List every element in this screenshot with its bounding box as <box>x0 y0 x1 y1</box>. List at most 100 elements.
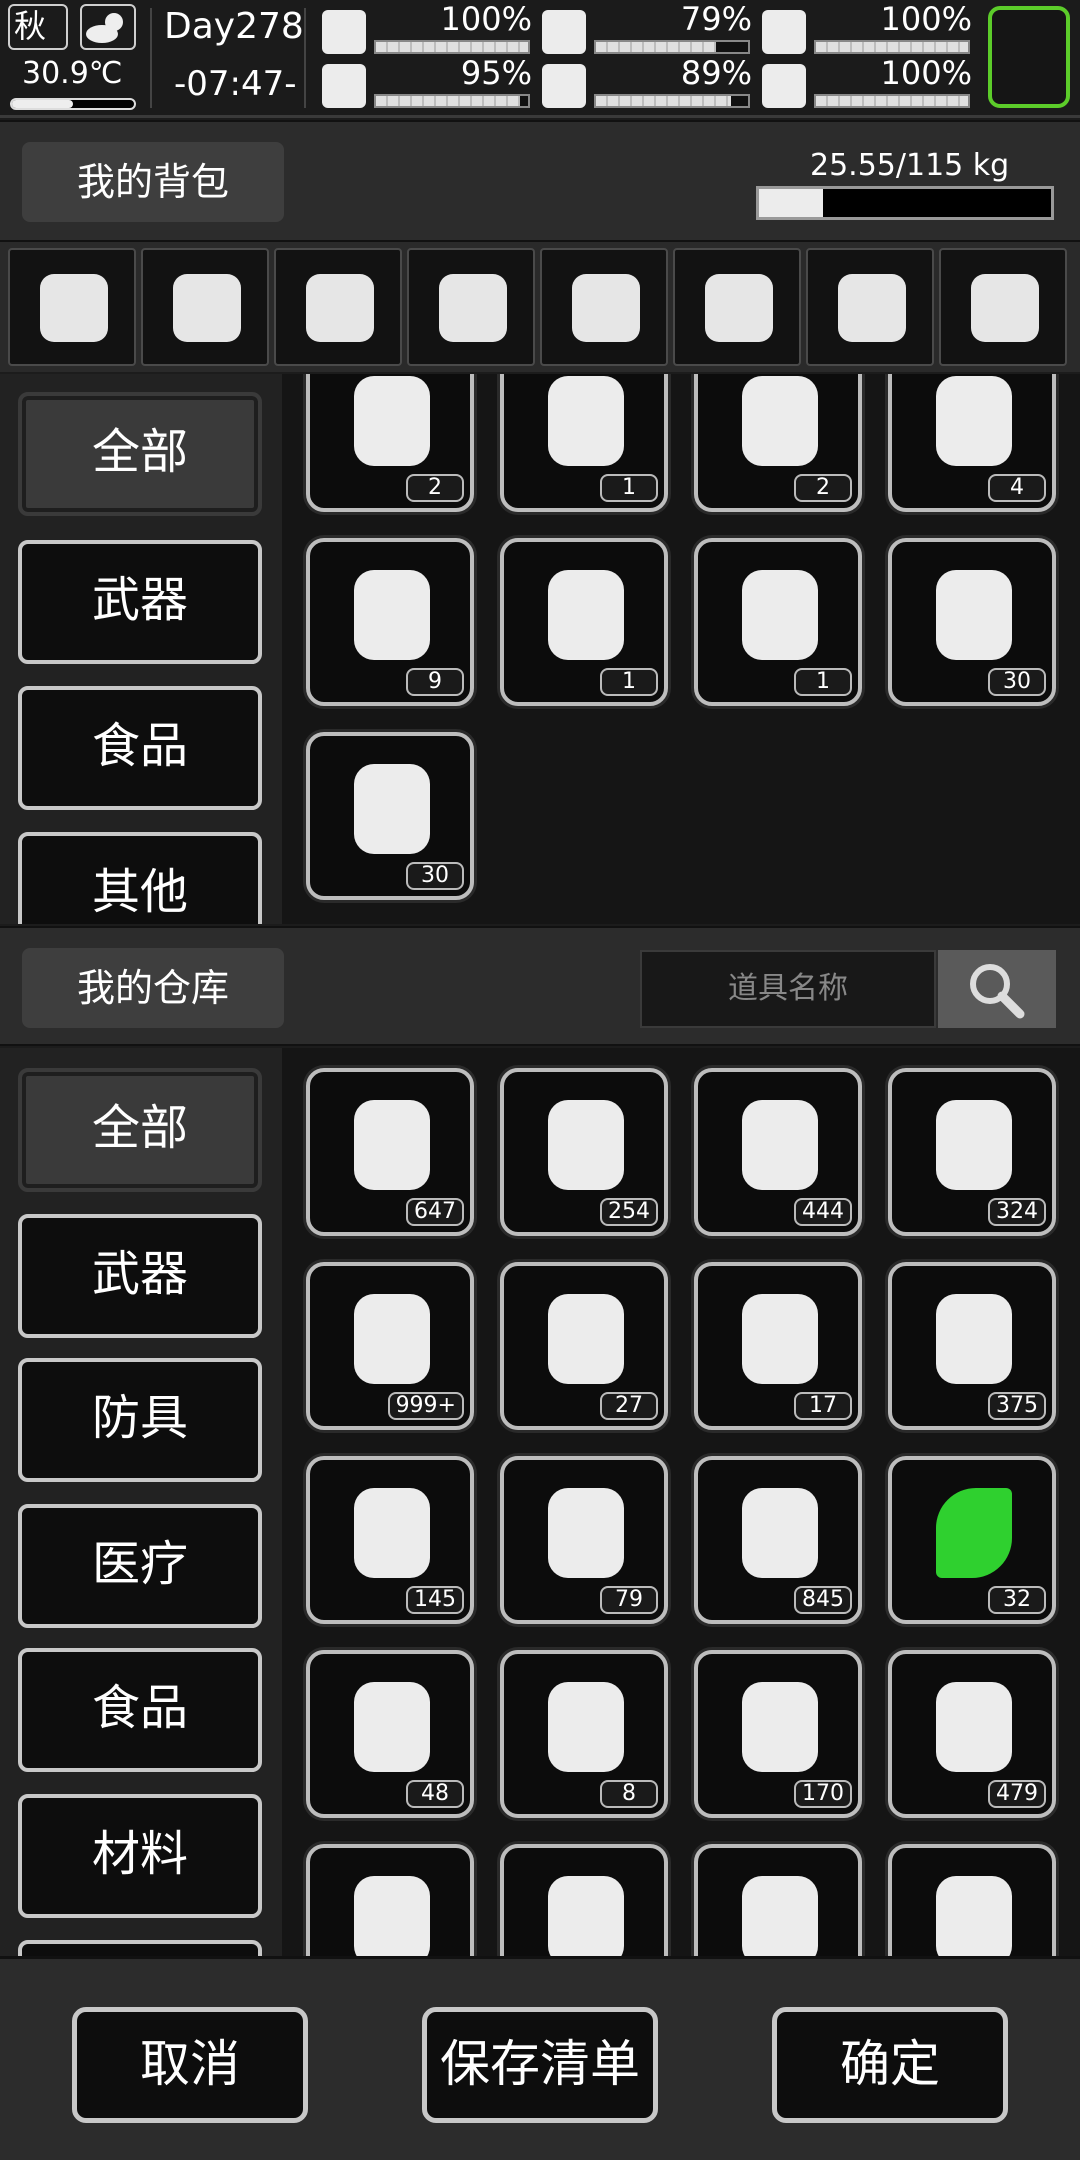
search-button[interactable] <box>938 950 1056 1028</box>
footer-bar: 取消 保存清单 确定 <box>0 1956 1080 2160</box>
inventory-item[interactable]: 324 <box>888 1068 1056 1236</box>
vest-plate-icon <box>439 274 507 342</box>
plastic-bottle-icon <box>742 1488 818 1578</box>
item-count: 170 <box>794 1780 852 1808</box>
category-tab[interactable]: 武器 <box>18 540 262 664</box>
stat-mood: 100% <box>762 54 978 112</box>
fertilizer-bag-icon <box>742 1100 818 1190</box>
stomach-icon <box>542 10 586 54</box>
category-tab[interactable]: 全部 <box>18 392 262 516</box>
inventory-item[interactable] <box>306 1844 474 1956</box>
spray-bottle-icon <box>548 1100 624 1190</box>
equip-slot[interactable] <box>407 248 535 366</box>
status-bar: 秋 30.9℃ Day278 -07:47- 100% 79% 100% 95%… <box>0 0 1080 118</box>
inventory-item[interactable]: 254 <box>500 1068 668 1236</box>
equip-slot[interactable] <box>8 248 136 366</box>
stat-value: 100% <box>880 0 972 38</box>
inventory-item[interactable]: 444 <box>694 1068 862 1236</box>
inventory-item[interactable]: 375 <box>888 1262 1056 1430</box>
category-tab[interactable]: 医疗 <box>18 1504 262 1628</box>
equip-slot[interactable] <box>540 248 668 366</box>
ghillie-helmet-net-icon <box>40 274 108 342</box>
category-tab[interactable]: 武器 <box>18 1214 262 1338</box>
inventory-item[interactable]: 79 <box>500 1456 668 1624</box>
stat-hunger: 79% <box>542 0 758 58</box>
inventory-item[interactable]: 9 <box>306 538 474 706</box>
inventory-item[interactable]: 479 <box>888 1650 1056 1818</box>
equip-slot[interactable] <box>141 248 269 366</box>
shovel-icon <box>742 570 818 660</box>
category-tab[interactable]: 材料 <box>18 1794 262 1918</box>
inventory-item[interactable]: 647 <box>306 1068 474 1236</box>
cloth-scrap-icon <box>548 1682 624 1772</box>
equip-slot[interactable] <box>274 248 402 366</box>
temperature-label: 30.9℃ <box>22 56 123 91</box>
category-tab[interactable] <box>18 1940 262 1956</box>
rope-icon <box>354 1488 430 1578</box>
backpack-category-list[interactable]: 全部 武器 食品 其他 <box>0 374 282 924</box>
boot-icon <box>322 64 366 108</box>
inventory-item[interactable]: 32 <box>888 1456 1056 1624</box>
inventory-item[interactable]: 845 <box>694 1456 862 1624</box>
item-count: 375 <box>988 1392 1046 1420</box>
inventory-item[interactable]: 170 <box>694 1650 862 1818</box>
item-count: 1 <box>600 668 658 696</box>
pistol-icon <box>173 274 241 342</box>
item-count: 9 <box>406 668 464 696</box>
nuts-icon <box>354 1682 430 1772</box>
backpack-item-grid[interactable]: 2 1 2 4 9 1 1 30 30 <box>282 374 1080 924</box>
rope-icon <box>936 376 1012 466</box>
item-count: 1 <box>600 474 658 502</box>
equip-slot[interactable] <box>806 248 934 366</box>
bread-icon <box>936 1876 1012 1956</box>
category-tab[interactable]: 全部 <box>18 1068 262 1192</box>
warehouse-category-list[interactable]: 全部 武器 防具 医疗 食品 材料 <box>0 1048 282 1956</box>
inventory-item[interactable]: 145 <box>306 1456 474 1624</box>
inventory-item[interactable]: 30 <box>306 732 474 900</box>
weather-icon <box>80 4 136 50</box>
equip-slot[interactable] <box>673 248 801 366</box>
inventory-item[interactable]: 17 <box>694 1262 862 1430</box>
warehouse-title: 我的仓库 <box>22 948 284 1028</box>
helmet-icon <box>838 274 906 342</box>
stat-value: 79% <box>680 0 752 38</box>
heart-icon <box>762 64 806 108</box>
backpack-title: 我的背包 <box>22 142 284 222</box>
inventory-item[interactable]: 999+ <box>306 1262 474 1430</box>
stat-value: 100% <box>880 54 972 92</box>
inventory-item[interactable]: 1 <box>694 538 862 706</box>
inventory-item[interactable] <box>888 1844 1056 1956</box>
inventory-item[interactable]: 27 <box>500 1262 668 1430</box>
day-counter: Day278 <box>164 6 304 47</box>
item-count: 647 <box>406 1198 464 1226</box>
inventory-item[interactable]: 2 <box>306 374 474 512</box>
aa-battery-icon <box>548 1294 624 1384</box>
arm-guards-icon <box>572 274 640 342</box>
inventory-item[interactable]: 30 <box>888 538 1056 706</box>
inventory-item[interactable]: 48 <box>306 1650 474 1818</box>
rifle-icon <box>306 274 374 342</box>
stat-value: 89% <box>680 54 752 92</box>
weight-label: 25.55/115 kg <box>810 148 1010 183</box>
save-list-button[interactable]: 保存清单 <box>422 2007 658 2123</box>
backpack-icon <box>971 274 1039 342</box>
equipment-row <box>0 242 1080 372</box>
inventory-item[interactable]: 8 <box>500 1650 668 1818</box>
category-tab[interactable]: 食品 <box>18 686 262 810</box>
category-tab[interactable]: 防具 <box>18 1358 262 1482</box>
glass-bottle-icon <box>936 1100 1012 1190</box>
inventory-item[interactable]: 4 <box>888 374 1056 512</box>
inventory-item[interactable] <box>500 1844 668 1956</box>
confirm-button[interactable]: 确定 <box>772 2007 1008 2123</box>
cancel-button[interactable]: 取消 <box>72 2007 308 2123</box>
warehouse-item-grid[interactable]: 647 254 444 324 999+ 27 17 375 145 79 845 32 48 8 170 4… <box>282 1048 1080 1956</box>
inventory-item[interactable]: 1 <box>500 374 668 512</box>
equip-slot[interactable] <box>939 248 1067 366</box>
inventory-item[interactable] <box>694 1844 862 1956</box>
category-tab[interactable]: 食品 <box>18 1648 262 1772</box>
inventory-item[interactable]: 1 <box>500 538 668 706</box>
inventory-item[interactable]: 2 <box>694 374 862 512</box>
quick-slot[interactable] <box>988 6 1070 108</box>
item-search-input[interactable]: 道具名称 <box>640 950 936 1028</box>
category-tab[interactable]: 其他 <box>18 832 262 924</box>
